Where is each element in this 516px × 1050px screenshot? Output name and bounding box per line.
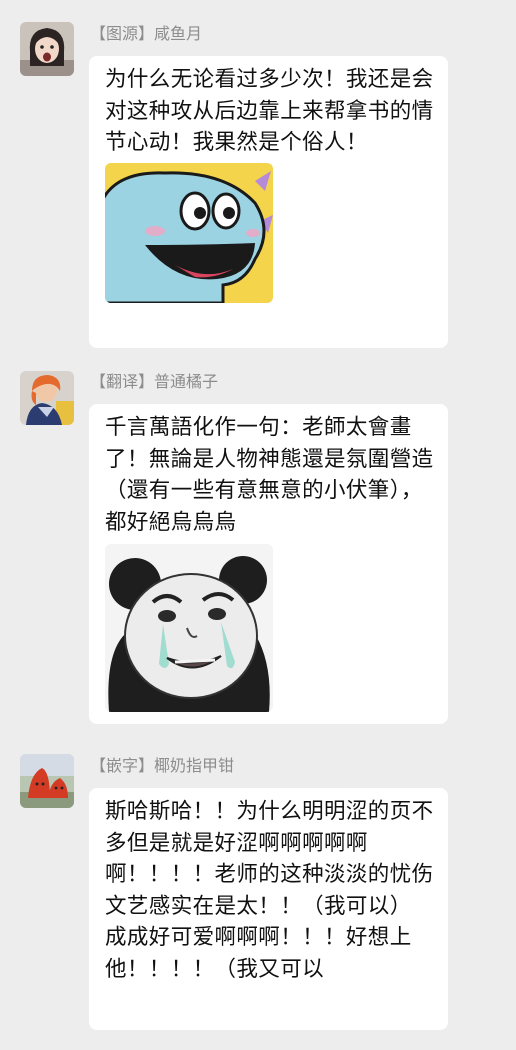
message-bubble[interactable]: 为什么无论看过多少次！我还是会对这种攻从后边靠上来帮拿书的情节心动！我果然是个俗… bbox=[89, 56, 448, 348]
avatar[interactable] bbox=[20, 371, 74, 425]
blue-creature-sticker[interactable] bbox=[105, 162, 273, 303]
message-text: 千言萬語化作一句：老師太會畫了！無論是人物神態還是氛圍營造（還有一些有意無意的小… bbox=[105, 415, 434, 535]
sender-name: 【翻译】普通橘子 bbox=[90, 372, 219, 391]
message-bubble[interactable]: 斯哈斯哈！！为什么明明涩的页不多但是就是好涩啊啊啊啊啊啊！！！！老师的这种淡淡的… bbox=[89, 788, 448, 1030]
message-text: 为什么无论看过多少次！我还是会对这种攻从后边靠上来帮拿书的情节心动！我果然是个俗… bbox=[105, 67, 434, 155]
sender-name: 【嵌字】椰奶指甲钳 bbox=[90, 756, 235, 775]
message-bubble[interactable]: 千言萬語化作一句：老師太會畫了！無論是人物神態還是氛圍營造（還有一些有意無意的小… bbox=[89, 404, 448, 724]
avatar[interactable] bbox=[20, 22, 74, 76]
avatar[interactable] bbox=[20, 754, 74, 808]
sender-name: 【图源】咸鱼月 bbox=[90, 24, 203, 43]
crying-panda-sticker[interactable] bbox=[105, 544, 273, 712]
message-text: 斯哈斯哈！！为什么明明涩的页不多但是就是好涩啊啊啊啊啊啊！！！！老师的这种淡淡的… bbox=[105, 799, 434, 982]
